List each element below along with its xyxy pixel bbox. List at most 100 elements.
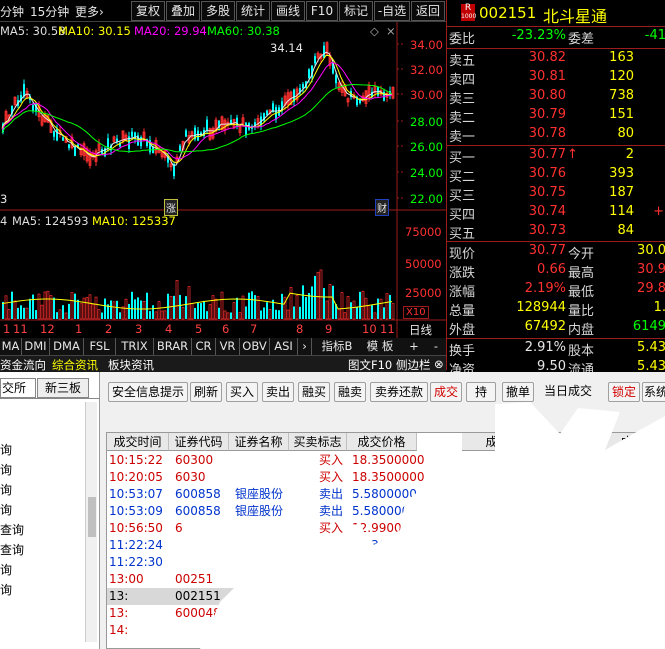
volume-bar <box>179 294 181 319</box>
candle-body <box>206 119 208 131</box>
high-price-label: 34.14 <box>270 41 303 55</box>
nav-scrollbar[interactable] <box>85 402 97 642</box>
volume-bar <box>43 291 47 320</box>
volume-bar <box>356 307 358 319</box>
nav-item[interactable]: 询 <box>0 441 12 458</box>
vol-axis-25000: 25000 <box>405 286 442 300</box>
volume-bar <box>350 302 352 319</box>
indicator-extra-button[interactable]: 模 板 <box>360 338 400 355</box>
volume-bar <box>266 302 268 319</box>
sell-row: 卖四 30.81 120 <box>447 69 665 90</box>
buy-volume: 187 <box>609 185 634 200</box>
multi-stock-button[interactable]: 多股 <box>201 1 235 21</box>
period-minute[interactable]: 分钟 <box>0 3 24 20</box>
volume-bar <box>211 295 215 320</box>
nav-item[interactable]: 查询 <box>0 521 24 538</box>
volume-bar <box>361 290 365 320</box>
sell-row: 卖三 30.80 738 <box>447 88 665 109</box>
sell-row: 卖一 30.78 80 <box>447 126 665 147</box>
candle-body <box>74 146 76 156</box>
volume-bar <box>56 312 58 319</box>
volume-bar <box>325 300 329 320</box>
indicator-tab[interactable]: BRAR <box>154 338 192 355</box>
indicator-tab[interactable]: DMI <box>22 338 50 355</box>
tab-capital-flow[interactable]: 资金流向 <box>0 357 46 373</box>
volume-bar <box>173 295 175 319</box>
mark-button[interactable]: 标记 <box>339 1 373 21</box>
indicator-extra-button[interactable]: 指标B <box>316 338 358 355</box>
back-button[interactable]: 返回 <box>411 1 445 21</box>
indicator-tab[interactable]: TRIX <box>116 338 154 355</box>
nav-item[interactable]: 询 <box>0 501 12 518</box>
chart-settings-icon[interactable]: ◇ <box>370 24 379 38</box>
tab-exchange[interactable]: 交所 <box>0 378 36 398</box>
sell-price: 30.82 <box>528 50 566 65</box>
stat-value: 67492 <box>524 319 566 334</box>
volume-bar <box>104 298 106 319</box>
axis-34: 34.00 <box>410 38 443 52</box>
finance-marker[interactable]: 财 <box>375 199 389 216</box>
tab-news[interactable]: 综合资讯 <box>52 357 98 373</box>
indicator-tab[interactable]: MA <box>0 338 22 355</box>
volume-bar <box>29 298 31 319</box>
volume-bar <box>88 294 92 320</box>
period-label[interactable]: 日线 <box>409 322 432 338</box>
tab-f10[interactable]: 图文F10 <box>348 357 392 373</box>
indicator-extra-button[interactable]: - <box>426 338 446 355</box>
tab-sector-news[interactable]: 板块资讯 <box>108 357 154 373</box>
stat-label: 股本 <box>568 344 595 359</box>
overlay-button[interactable]: 叠加 <box>166 1 200 21</box>
buy-volume: 84 <box>617 223 634 238</box>
indicator-tab[interactable]: ASI <box>270 338 298 355</box>
sell-price: 30.79 <box>528 107 566 122</box>
volume-bar <box>299 306 301 319</box>
volume-bar <box>286 309 290 320</box>
ma-curve <box>1 62 393 160</box>
indicator-tab[interactable]: VR <box>216 338 240 355</box>
indicator-tabs: MA DMI DMA FSL TRIX BRAR CR VR OBV ASI › 指标B 模 板 + - <box>0 338 446 355</box>
remove-watchlist-button[interactable]: -自选 <box>374 1 410 21</box>
tab-sidebar[interactable]: 侧边栏 <box>396 357 431 373</box>
indicator-tab[interactable]: › <box>298 338 312 355</box>
x-date-label: 7 <box>250 322 258 336</box>
volume-bar <box>367 304 371 320</box>
statistics-button[interactable]: 统计 <box>236 1 270 21</box>
volume-bar <box>332 285 334 319</box>
stat-row: 外盘 67492 内盘 6149 <box>447 319 665 340</box>
f10-button[interactable]: F10 <box>306 1 338 21</box>
indicator-tab[interactable]: CR <box>192 338 216 355</box>
indicator-tab[interactable]: OBV <box>240 338 270 355</box>
nav-scroll-thumb[interactable] <box>88 497 96 537</box>
indicator-tab[interactable]: DMA <box>50 338 84 355</box>
stat-label: 最低 <box>568 285 595 300</box>
volume-bar <box>35 310 37 319</box>
nav-item[interactable]: 查询 <box>0 541 24 558</box>
collapse-icon[interactable]: × <box>386 24 396 38</box>
draw-line-button[interactable]: 画线 <box>271 1 305 21</box>
nav-item[interactable]: 询 <box>0 481 12 498</box>
indicator-extra-button[interactable]: + <box>404 338 424 355</box>
volume-bar <box>152 305 154 319</box>
nav-item[interactable]: 询 <box>0 461 12 478</box>
stat-label: 涨幅 <box>449 285 476 300</box>
stat-value: 2.91% <box>524 340 566 355</box>
volume-bar <box>175 279 179 320</box>
fuquan-button[interactable]: 复权 <box>131 1 165 21</box>
period-15min[interactable]: 15分钟 <box>30 3 69 20</box>
candle-body <box>56 128 58 141</box>
order-diff-value: -41 <box>644 28 665 43</box>
nav-item[interactable]: 询 <box>0 581 12 598</box>
more-periods[interactable]: 更多› <box>75 3 104 20</box>
volume-bar <box>238 312 242 320</box>
volume-bar <box>359 291 361 319</box>
candlesticks <box>2 41 395 180</box>
kline-chart-area[interactable]: MA5: 30.58 MA10: 30.15 MA20: 29.94 MA60:… <box>0 22 446 355</box>
indicator-tab[interactable]: FSL <box>84 338 116 355</box>
close-tab-icon[interactable]: ⊗ <box>434 357 444 371</box>
tab-neeq[interactable]: 新三板 <box>37 378 89 398</box>
volume-bar <box>64 312 68 320</box>
nav-item[interactable]: 询 <box>0 561 12 578</box>
volume-bar <box>70 292 74 320</box>
volume-bar <box>181 307 185 320</box>
volume-bar <box>85 297 89 320</box>
